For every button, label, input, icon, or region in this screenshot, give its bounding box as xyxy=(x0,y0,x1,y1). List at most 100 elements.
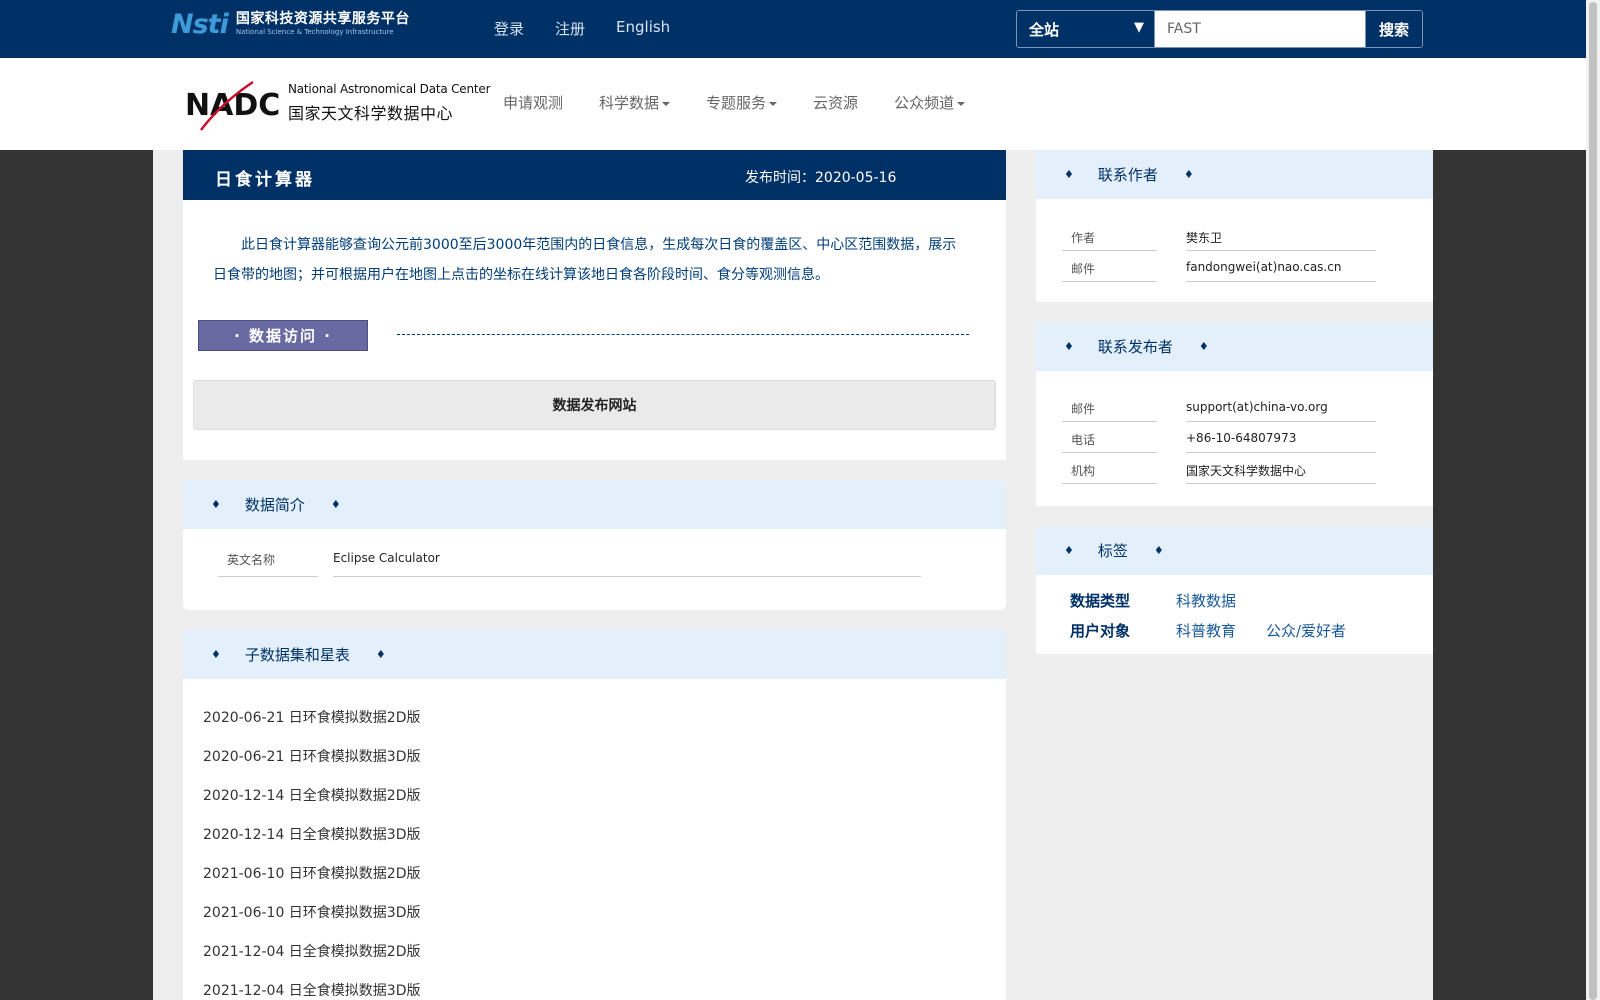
english-link[interactable]: English xyxy=(616,18,670,39)
contact-publisher-card: ♦ 联系发布者 ♦ 邮件 support(at)china-vo.org 电话 … xyxy=(1036,322,1433,506)
divider xyxy=(1062,281,1157,282)
caret-down-icon xyxy=(769,101,778,106)
publisher-email-label: 邮件 xyxy=(1071,402,1096,416)
divider xyxy=(1186,452,1376,453)
nadc-swoosh-icon xyxy=(200,80,254,131)
nsti-logo-en: National Science & Technology Infrastruc… xyxy=(235,28,394,36)
caret-down-icon: ▼ xyxy=(1134,20,1144,35)
main-nav: 申请观测 科学数据 专题服务 云资源 公众频道 xyxy=(503,92,1001,113)
summary-card-title: 数据简介 xyxy=(244,496,305,514)
nav-cloud-resources[interactable]: 云资源 xyxy=(813,92,858,113)
diamond-icon: ♦ xyxy=(211,498,221,511)
diamond-icon: ♦ xyxy=(1064,168,1074,181)
search-input[interactable] xyxy=(1155,11,1365,47)
subset-list: 2020-06-21 日环食模拟数据2D版 2020-06-21 日环食模拟数据… xyxy=(203,708,421,1000)
nav-public-channel[interactable]: 公众频道 xyxy=(894,92,966,113)
divider xyxy=(1062,421,1157,422)
nsti-logo-mark: Nsti xyxy=(171,8,229,40)
subset-item[interactable]: 2021-12-04 日全食模拟数据2D版 xyxy=(203,942,421,981)
summary-card: ♦ 数据简介 ♦ 英文名称 Eclipse Calculator xyxy=(183,480,1006,610)
contact-author-header: ♦ 联系作者 ♦ xyxy=(1036,150,1433,199)
author-value: 樊东卫 xyxy=(1186,231,1223,245)
search-scope-value: 全站 xyxy=(1029,20,1060,39)
audience-tag[interactable]: 公众/爱好者 xyxy=(1266,620,1346,641)
publisher-phone-label: 电话 xyxy=(1071,433,1096,447)
contact-publisher-title: 联系发布者 xyxy=(1097,338,1173,356)
author-email-value[interactable]: fandongwei(at)nao.cas.cn xyxy=(1186,260,1341,274)
publisher-email-value[interactable]: support(at)china-vo.org xyxy=(1186,400,1328,414)
nav-science-data[interactable]: 科学数据 xyxy=(599,92,671,113)
author-email-label: 邮件 xyxy=(1071,262,1096,276)
subset-item[interactable]: 2021-06-10 日环食模拟数据2D版 xyxy=(203,864,421,903)
divider xyxy=(1186,250,1376,251)
login-link[interactable]: 登录 xyxy=(494,18,524,39)
scrollbar-thumb[interactable] xyxy=(1589,2,1597,1000)
page-title: 日食计算器 xyxy=(215,170,315,190)
tags-card-header: ♦ 标签 ♦ xyxy=(1036,526,1433,575)
tags-card-title: 标签 xyxy=(1097,542,1128,560)
diamond-icon: ♦ xyxy=(375,648,386,661)
subsets-card: ♦ 子数据集和星表 ♦ 2020-06-21 日环食模拟数据2D版 2020-0… xyxy=(183,630,1006,1000)
nadc-logo-cn: 国家天文科学数据中心 xyxy=(288,104,454,123)
summary-card-header: ♦ 数据简介 ♦ xyxy=(183,480,1006,529)
site-search: 全站 ▼ 搜索 xyxy=(1016,10,1423,48)
nadc-logo-en: National Astronomical Data Center xyxy=(288,82,491,96)
subset-item[interactable]: 2020-06-21 日环食模拟数据2D版 xyxy=(203,708,421,747)
subset-item[interactable]: 2021-06-10 日环食模拟数据3D版 xyxy=(203,903,421,942)
english-name-value: Eclipse Calculator xyxy=(333,551,440,565)
subset-item[interactable]: 2020-12-14 日全食模拟数据3D版 xyxy=(203,825,421,864)
contact-publisher-header: ♦ 联系发布者 ♦ xyxy=(1036,322,1433,371)
contact-author-card: ♦ 联系作者 ♦ 作者 樊东卫 邮件 fandongwei(at)nao.cas… xyxy=(1036,150,1433,302)
nsti-logo-cn: 国家科技资源共享服务平台 xyxy=(235,11,410,27)
english-name-label: 英文名称 xyxy=(227,553,276,567)
data-release-site-button[interactable]: 数据发布网站 xyxy=(193,380,996,430)
tags-card: ♦ 标签 ♦ 数据类型 科教数据 用户对象 科普教育 公众/爱好者 xyxy=(1036,526,1433,654)
subset-item[interactable]: 2020-06-21 日环食模拟数据3D版 xyxy=(203,747,421,786)
nsti-logo[interactable]: Nsti 国家科技资源共享服务平台 National Science & Tec… xyxy=(171,6,433,42)
data-type-tag[interactable]: 科教数据 xyxy=(1176,590,1236,611)
divider xyxy=(1186,483,1376,484)
nav-special-services[interactable]: 专题服务 xyxy=(706,92,778,113)
article-body: 此日食计算器能够查询公元前3000至后3000年范围内的日食信息，生成每次日食的… xyxy=(183,200,1006,460)
article-header: 日食计算器 发布时间：2020-05-16 xyxy=(183,150,1006,200)
top-links: 登录 注册 English xyxy=(494,18,701,39)
divider xyxy=(333,576,921,577)
diamond-icon: ♦ xyxy=(1198,340,1209,353)
audience-label: 用户对象 xyxy=(1070,622,1131,640)
caret-down-icon xyxy=(957,101,966,106)
page-scrollbar[interactable] xyxy=(1586,0,1600,1000)
subsets-card-header: ♦ 子数据集和星表 ♦ xyxy=(183,630,1006,679)
publisher-org-label: 机构 xyxy=(1071,464,1096,478)
nadc-logo[interactable]: NADC National Astronomical Data Center 国… xyxy=(185,80,491,132)
publish-date: 发布时间：2020-05-16 xyxy=(745,170,897,186)
contact-author-title: 联系作者 xyxy=(1097,166,1158,184)
divider xyxy=(1062,452,1157,453)
data-type-label: 数据类型 xyxy=(1070,592,1131,610)
audience-tag[interactable]: 科普教育 xyxy=(1176,620,1236,641)
diamond-icon: ♦ xyxy=(1153,544,1164,557)
diamond-icon: ♦ xyxy=(1064,340,1074,353)
search-button[interactable]: 搜索 xyxy=(1365,11,1422,47)
subset-item[interactable]: 2020-12-14 日全食模拟数据2D版 xyxy=(203,786,421,825)
caret-down-icon xyxy=(662,101,671,106)
article-description: 此日食计算器能够查询公元前3000至后3000年范围内的日食信息，生成每次日食的… xyxy=(213,237,957,283)
subsets-card-title: 子数据集和星表 xyxy=(244,646,350,664)
top-bar: Nsti 国家科技资源共享服务平台 National Science & Tec… xyxy=(0,0,1586,58)
search-scope-select[interactable]: 全站 ▼ xyxy=(1017,11,1155,47)
divider xyxy=(1186,421,1376,422)
divider xyxy=(1062,483,1157,484)
diamond-icon: ♦ xyxy=(330,498,341,511)
diamond-icon: ♦ xyxy=(1183,168,1194,181)
site-header: NADC National Astronomical Data Center 国… xyxy=(0,58,1586,150)
data-access-tag: · 数据访问 · xyxy=(198,320,368,351)
subset-item[interactable]: 2021-12-04 日全食模拟数据3D版 xyxy=(203,981,421,1000)
nav-apply-observation[interactable]: 申请观测 xyxy=(503,92,563,113)
register-link[interactable]: 注册 xyxy=(555,18,585,39)
publisher-phone-value: +86-10-64807973 xyxy=(1186,431,1297,445)
publisher-org-value: 国家天文科学数据中心 xyxy=(1186,464,1307,478)
diamond-icon: ♦ xyxy=(1064,544,1074,557)
author-label: 作者 xyxy=(1071,231,1096,245)
divider xyxy=(218,576,318,577)
divider xyxy=(397,334,969,335)
divider xyxy=(1062,250,1157,251)
